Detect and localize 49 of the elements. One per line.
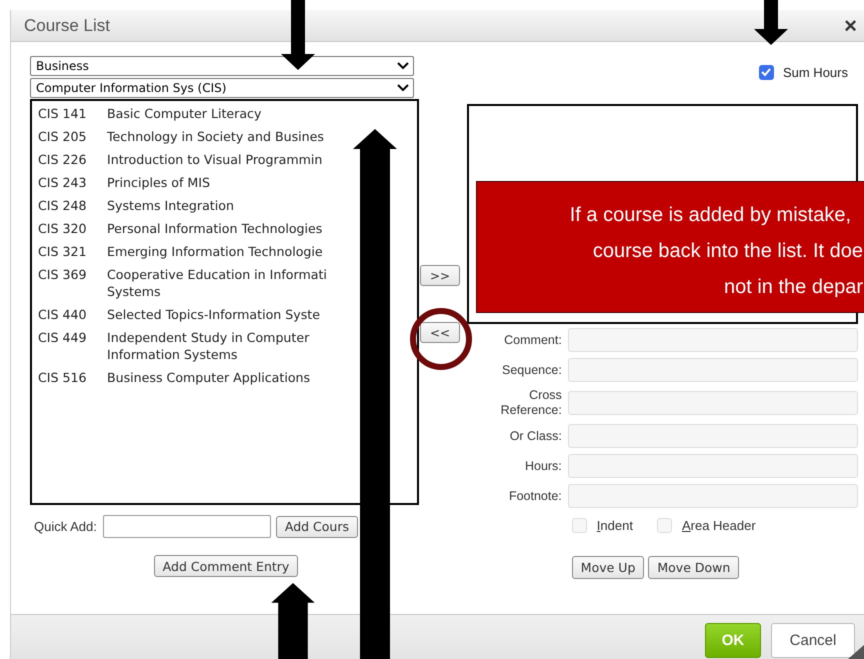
highlight-circle <box>409 307 473 371</box>
move-button[interactable]: Move Down <box>648 556 740 579</box>
cancel-button[interactable]: Cancel <box>771 623 855 658</box>
course-item[interactable]: CIS 205 Technology in Society and Busines <box>38 128 417 145</box>
department-dropdown[interactable]: Business <box>30 56 414 76</box>
input-field[interactable] <box>568 328 858 352</box>
course-item[interactable]: CIS 369 Cooperative Education in Informati Systems <box>38 266 417 300</box>
course-item[interactable]: CIS 449 Independent Study in Computer Information Systems <box>38 329 417 363</box>
course-item[interactable]: CIS 226 Introduction to Visual Programmin <box>38 151 417 168</box>
input-field[interactable] <box>568 424 858 448</box>
course-item[interactable]: CIS 141 Basic Computer Literacy <box>38 105 417 122</box>
add-course-button[interactable]: Add Cours <box>276 516 358 538</box>
field-label: Sequence: <box>501 362 562 378</box>
field-label: Or Class: <box>508 428 562 444</box>
course-item[interactable]: CIS 243 Principles of MIS <box>38 174 417 191</box>
checkbox[interactable] <box>758 64 774 80</box>
down-arrow <box>754 0 788 45</box>
add-to-list-button[interactable]: >> <box>420 265 460 286</box>
sum-hours-label: Sum Hours <box>782 64 848 80</box>
field-label: Cross Reference: <box>500 388 562 418</box>
course-item[interactable]: CIS 516 Business Computer Applications <box>38 369 417 386</box>
add-comment-button[interactable]: Add Comment Entry <box>154 555 298 577</box>
course-item[interactable]: CIS 320 Personal Information Technologies <box>38 220 417 237</box>
field-label: Footnote: <box>508 488 562 504</box>
callout-text: If a course is added by mistake, <box>568 203 852 228</box>
callout-text: not in the depar <box>723 275 863 300</box>
subject-dropdown[interactable]: Computer Information Sys (CIS) <box>30 78 414 98</box>
field-label: Comment: <box>503 332 562 348</box>
course-item[interactable]: CIS 440 Selected Topics-Information Syste <box>38 306 417 323</box>
field-label: Hours: <box>524 458 562 474</box>
course-item[interactable]: CIS 248 Systems Integration <box>38 197 417 214</box>
callout-text: course back into the list. It doe <box>592 239 863 264</box>
option-label: Area Header <box>682 518 756 533</box>
quick-add-field[interactable] <box>102 515 271 538</box>
input-field[interactable] <box>568 454 858 478</box>
down-arrow <box>281 0 315 70</box>
resize-grip[interactable] <box>848 645 864 659</box>
move-button[interactable]: Move Up <box>572 556 644 579</box>
window-title: Course List <box>24 16 110 36</box>
quick-add-label: Quick Add: <box>34 519 97 534</box>
option-label: Indent <box>596 518 633 533</box>
input-field[interactable] <box>568 391 858 415</box>
course-item[interactable]: CIS 321 Emerging Information Technologie <box>38 243 417 260</box>
input-field[interactable] <box>568 358 858 382</box>
close-button[interactable]: × <box>840 14 861 36</box>
chevron-icon <box>397 62 409 70</box>
input-field[interactable] <box>568 484 858 508</box>
chevron-icon <box>397 84 409 92</box>
remove-from-list-button[interactable]: << <box>420 322 460 343</box>
